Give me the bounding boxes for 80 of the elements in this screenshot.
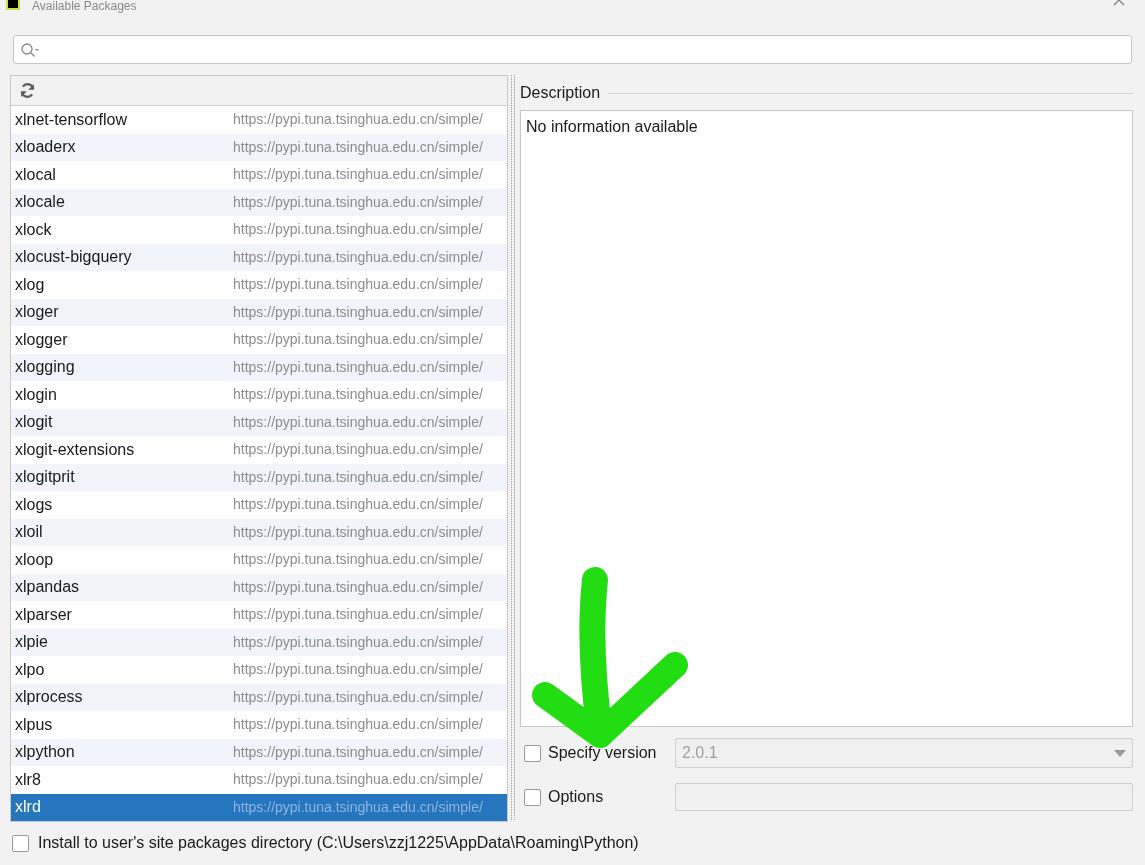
package-repository: https://pypi.tuna.tsinghua.edu.cn/simple/ bbox=[233, 302, 483, 322]
package-name: xlogging bbox=[15, 357, 76, 378]
package-row[interactable]: xlocust-bigquery https://pypi.tuna.tsinghua.edu.cn/simple/ bbox=[11, 243, 507, 271]
package-repository: https://pypi.tuna.tsinghua.edu.cn/simple/ bbox=[233, 797, 483, 817]
package-name: xlprocess bbox=[15, 687, 84, 708]
package-row[interactable]: xlpython https://pypi.tuna.tsinghua.edu.cn/simple/ bbox=[11, 738, 507, 766]
package-repository: https://pypi.tuna.tsinghua.edu.cn/simple/ bbox=[233, 385, 483, 405]
description-text: No information available bbox=[526, 118, 698, 135]
install-user-label: Install to user's site packages directory (C:\Users\zzj1225\AppData\Roaming\Python) bbox=[38, 833, 639, 853]
package-name: xlparser bbox=[15, 604, 73, 625]
package-repository: https://pypi.tuna.tsinghua.edu.cn/simple/ bbox=[233, 660, 483, 680]
package-repository: https://pypi.tuna.tsinghua.edu.cn/simple/ bbox=[233, 247, 483, 267]
close-icon[interactable] bbox=[1113, 0, 1125, 7]
package-name: xlogin bbox=[15, 384, 58, 405]
description-heading: Description bbox=[520, 83, 601, 103]
package-repository: https://pypi.tuna.tsinghua.edu.cn/simple/ bbox=[233, 522, 483, 542]
package-row[interactable]: xlpandas https://pypi.tuna.tsinghua.edu.cn/simple/ bbox=[11, 573, 507, 601]
package-name: xlrd bbox=[15, 797, 42, 818]
checkbox[interactable] bbox=[12, 834, 29, 852]
package-name: xlogit bbox=[15, 412, 54, 433]
package-repository: https://pypi.tuna.tsinghua.edu.cn/simple/ bbox=[233, 330, 483, 350]
search-field[interactable] bbox=[13, 35, 1132, 64]
package-repository: https://pypi.tuna.tsinghua.edu.cn/simple/ bbox=[233, 110, 483, 130]
package-row[interactable]: xlogging https://pypi.tuna.tsinghua.edu.cn/simple/ bbox=[11, 353, 507, 381]
checkbox[interactable] bbox=[524, 744, 541, 762]
package-name: xlocale bbox=[15, 192, 66, 213]
package-name: xlpie bbox=[15, 632, 49, 653]
refresh-icon[interactable] bbox=[19, 82, 36, 99]
package-row[interactable]: xloil https://pypi.tuna.tsinghua.edu.cn/simple/ bbox=[11, 518, 507, 546]
package-row[interactable]: xlrd https://pypi.tuna.tsinghua.edu.cn/simple/ bbox=[11, 793, 507, 821]
package-repository: https://pypi.tuna.tsinghua.edu.cn/simple/ bbox=[233, 467, 483, 487]
specify-version-label: Specify version bbox=[548, 743, 658, 763]
package-row[interactable]: xloaderx https://pypi.tuna.tsinghua.edu.cn/simple/ bbox=[11, 133, 507, 161]
package-name: xloil bbox=[15, 522, 44, 543]
package-repository: https://pypi.tuna.tsinghua.edu.cn/simple/ bbox=[233, 137, 483, 157]
package-name: xlpandas bbox=[15, 577, 81, 598]
checkbox[interactable] bbox=[524, 788, 541, 806]
package-row[interactable]: xlogit https://pypi.tuna.tsinghua.edu.cn/simple/ bbox=[11, 408, 507, 436]
window-title: Available Packages bbox=[32, 0, 137, 13]
package-name: xlpython bbox=[15, 742, 76, 763]
package-repository: https://pypi.tuna.tsinghua.edu.cn/simple/ bbox=[233, 357, 483, 377]
package-name: xlocal bbox=[15, 164, 57, 185]
package-name: xlogit-extensions bbox=[15, 439, 136, 460]
search-icon bbox=[20, 41, 40, 58]
package-repository: https://pypi.tuna.tsinghua.edu.cn/simple/ bbox=[233, 440, 483, 460]
package-name: xlock bbox=[15, 219, 53, 240]
package-name: xloger bbox=[15, 302, 60, 323]
package-repository: https://pypi.tuna.tsinghua.edu.cn/simple/ bbox=[233, 192, 483, 212]
package-name: xloop bbox=[15, 549, 55, 570]
package-name: xlog bbox=[15, 274, 46, 295]
package-repository: https://pypi.tuna.tsinghua.edu.cn/simple/ bbox=[233, 632, 483, 652]
package-repository: https://pypi.tuna.tsinghua.edu.cn/simple/ bbox=[233, 412, 483, 432]
package-name: xlpo bbox=[15, 659, 46, 680]
app-logo-icon bbox=[6, 0, 20, 10]
package-repository: https://pypi.tuna.tsinghua.edu.cn/simple/ bbox=[233, 275, 483, 295]
dropdown-caret-icon bbox=[1114, 749, 1126, 757]
package-row[interactable]: xlprocess https://pypi.tuna.tsinghua.edu.cn/simple/ bbox=[11, 683, 507, 711]
package-repository: https://pypi.tuna.tsinghua.edu.cn/simple/ bbox=[233, 605, 483, 625]
package-row[interactable]: xlogitprit https://pypi.tuna.tsinghua.edu.cn/simple/ bbox=[11, 463, 507, 491]
package-repository: https://pypi.tuna.tsinghua.edu.cn/simple/ bbox=[233, 550, 483, 570]
package-repository: https://pypi.tuna.tsinghua.edu.cn/simple/ bbox=[233, 577, 483, 597]
package-repository: https://pypi.tuna.tsinghua.edu.cn/simple/ bbox=[233, 165, 483, 185]
package-name: xlocust-bigquery bbox=[15, 247, 133, 268]
package-name: xlogger bbox=[15, 329, 69, 350]
package-name: xlr8 bbox=[15, 769, 42, 790]
package-name: xloaderx bbox=[15, 137, 77, 158]
package-row[interactable]: xlocale https://pypi.tuna.tsinghua.edu.cn/simple/ bbox=[11, 188, 507, 216]
package-name: xlogitprit bbox=[15, 467, 76, 488]
package-row[interactable]: xlpie https://pypi.tuna.tsinghua.edu.cn/simple/ bbox=[11, 628, 507, 656]
options-label: Options bbox=[548, 787, 605, 807]
package-name: xlnet-tensorflow bbox=[15, 109, 129, 130]
package-repository: https://pypi.tuna.tsinghua.edu.cn/simple/ bbox=[233, 742, 483, 762]
package-row[interactable]: xloger https://pypi.tuna.tsinghua.edu.cn/simple/ bbox=[11, 298, 507, 326]
package-name: xlpus bbox=[15, 714, 54, 735]
package-name: xlogs bbox=[15, 494, 54, 515]
package-repository: https://pypi.tuna.tsinghua.edu.cn/simple/ bbox=[233, 495, 483, 515]
package-repository: https://pypi.tuna.tsinghua.edu.cn/simple/ bbox=[233, 715, 483, 735]
package-repository: https://pypi.tuna.tsinghua.edu.cn/simple/ bbox=[233, 220, 483, 240]
package-repository: https://pypi.tuna.tsinghua.edu.cn/simple/ bbox=[233, 770, 483, 790]
package-repository: https://pypi.tuna.tsinghua.edu.cn/simple/ bbox=[233, 687, 483, 707]
